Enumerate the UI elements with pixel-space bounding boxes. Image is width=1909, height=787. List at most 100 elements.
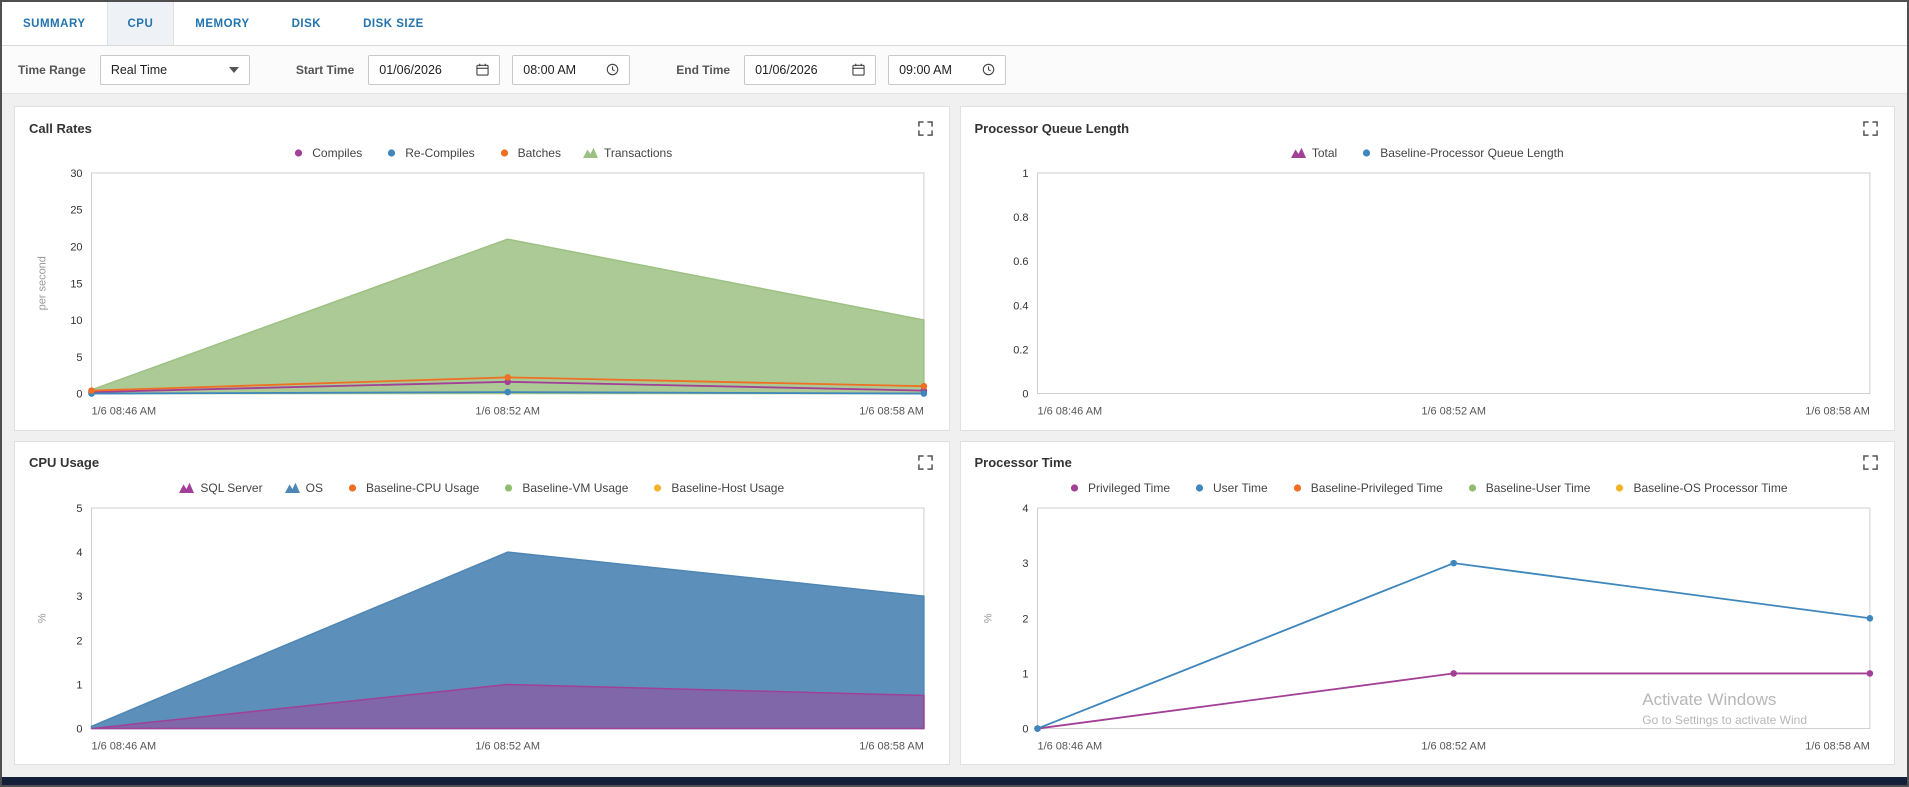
line-series-icon	[291, 147, 306, 159]
legend-label: SQL Server	[200, 481, 262, 495]
line-series-icon	[1612, 482, 1627, 494]
tab-memory[interactable]: MEMORY	[174, 2, 270, 45]
chart-grid: Call Rates Compiles Re-Compiles Batches Tra…	[2, 94, 1907, 777]
legend-label: Baseline-VM Usage	[522, 481, 628, 495]
legend-label: Baseline-Host Usage	[671, 481, 784, 495]
panel-title: Processor Queue Length	[975, 121, 1130, 136]
chart-legend: Privileged Time User Time Baseline-Privile…	[975, 474, 1881, 502]
legend-item[interactable]: Baseline-Processor Queue Length	[1359, 146, 1563, 160]
legend-item[interactable]: Baseline-VM Usage	[501, 481, 628, 495]
monitoring-dashboard: SUMMARY CPU MEMORY DISK DISK SIZE Time R…	[0, 0, 1909, 787]
call-rates-chart: 051015202530per second1/6 08:46 AM1/6 08…	[29, 167, 935, 424]
svg-text:0: 0	[76, 389, 82, 401]
area-series-icon	[285, 482, 300, 494]
expand-icon[interactable]	[916, 119, 935, 138]
svg-text:1/6 08:52 AM: 1/6 08:52 AM	[475, 406, 540, 418]
svg-text:%: %	[982, 613, 994, 623]
line-series-icon	[345, 482, 360, 494]
legend-item[interactable]: Transactions	[583, 146, 672, 160]
legend-item[interactable]: Baseline-CPU Usage	[345, 481, 479, 495]
legend-label: Re-Compiles	[405, 146, 474, 160]
legend-label: OS	[306, 481, 323, 495]
svg-text:1/6 08:58 AM: 1/6 08:58 AM	[859, 740, 924, 752]
area-series-icon	[179, 482, 194, 494]
tab-disk-size[interactable]: DISK SIZE	[342, 2, 445, 45]
svg-text:20: 20	[70, 242, 82, 254]
legend-label: Compiles	[312, 146, 362, 160]
end-time-value: 09:00 AM	[899, 63, 952, 77]
svg-text:4: 4	[76, 547, 82, 559]
tab-summary[interactable]: SUMMARY	[2, 2, 107, 45]
start-date-value: 01/06/2026	[379, 63, 442, 77]
legend-item[interactable]: SQL Server	[179, 481, 262, 495]
expand-icon[interactable]	[1861, 119, 1880, 138]
legend-item[interactable]: Compiles	[291, 146, 362, 160]
svg-text:1/6 08:58 AM: 1/6 08:58 AM	[859, 406, 924, 418]
legend-item[interactable]: Baseline-Privileged Time	[1290, 481, 1443, 495]
end-time-label: End Time	[676, 63, 730, 77]
legend-label: User Time	[1213, 481, 1268, 495]
chart-legend: SQL Server OS Baseline-CPU Usage Baseline-V…	[29, 474, 935, 502]
end-date-input[interactable]: 01/06/2026	[744, 55, 876, 85]
svg-text:0: 0	[1022, 723, 1028, 735]
time-range-label: Time Range	[18, 63, 86, 77]
processor-queue-length-chart: 00.20.40.60.811/6 08:46 AM1/6 08:52 AM1/…	[975, 167, 1881, 424]
svg-text:1/6 08:52 AM: 1/6 08:52 AM	[1421, 740, 1486, 752]
svg-text:4: 4	[1022, 502, 1028, 514]
svg-text:15: 15	[70, 278, 82, 290]
area-series-icon	[1291, 147, 1306, 159]
tab-bar: SUMMARY CPU MEMORY DISK DISK SIZE	[2, 2, 1907, 46]
svg-text:1: 1	[1022, 668, 1028, 680]
svg-text:1/6 08:46 AM: 1/6 08:46 AM	[1037, 740, 1102, 752]
legend-item[interactable]: Baseline-OS Processor Time	[1612, 481, 1787, 495]
legend-label: Transactions	[604, 146, 672, 160]
legend-label: Baseline-User Time	[1486, 481, 1591, 495]
panel-processor-time: Processor Time Privileged TimeUser TimeB…	[960, 441, 1896, 766]
clock-icon	[982, 63, 995, 76]
svg-text:3: 3	[76, 591, 82, 603]
svg-text:1/6 08:58 AM: 1/6 08:58 AM	[1805, 740, 1870, 752]
panel-title: Call Rates	[29, 121, 92, 136]
legend-item[interactable]: Baseline-User Time	[1465, 481, 1591, 495]
processor-time-chart: 01234%1/6 08:46 AM1/6 08:52 AM1/6 08:58 …	[975, 502, 1881, 759]
start-time-label: Start Time	[296, 63, 354, 77]
tab-cpu[interactable]: CPU	[107, 2, 175, 45]
legend-item[interactable]: Re-Compiles	[384, 146, 474, 160]
end-time-input[interactable]: 09:00 AM	[888, 55, 1006, 85]
legend-item[interactable]: Total	[1291, 146, 1337, 160]
start-time-input[interactable]: 08:00 AM	[512, 55, 630, 85]
svg-text:0: 0	[76, 723, 82, 735]
legend-item[interactable]: OS	[285, 481, 323, 495]
area-series-icon	[583, 147, 598, 159]
svg-text:5: 5	[76, 502, 82, 514]
svg-text:0.4: 0.4	[1013, 300, 1028, 312]
tab-disk[interactable]: DISK	[271, 2, 342, 45]
end-date-value: 01/06/2026	[755, 63, 818, 77]
cpu-usage-chart: 012345%1/6 08:46 AM1/6 08:52 AM1/6 08:58…	[29, 502, 935, 759]
time-range-select[interactable]: Real Time	[100, 55, 250, 85]
svg-text:1/6 08:52 AM: 1/6 08:52 AM	[475, 740, 540, 752]
line-series-icon	[497, 147, 512, 159]
chart-legend: Total Baseline-Processor Queue Length	[975, 139, 1881, 167]
legend-item[interactable]: Batches	[497, 146, 561, 160]
svg-text:%: %	[37, 613, 49, 623]
svg-text:5: 5	[76, 352, 82, 364]
expand-icon[interactable]	[916, 453, 935, 472]
line-series-icon	[1359, 147, 1374, 159]
start-date-input[interactable]: 01/06/2026	[368, 55, 500, 85]
svg-text:30: 30	[70, 168, 82, 180]
panel-call-rates: Call Rates Compiles Re-Compiles Batches Tra…	[14, 106, 950, 431]
legend-item[interactable]: Baseline-Host Usage	[650, 481, 784, 495]
line-series-icon	[1067, 482, 1082, 494]
svg-text:3: 3	[1022, 558, 1028, 570]
svg-text:2: 2	[76, 635, 82, 647]
panel-title: CPU Usage	[29, 455, 99, 470]
legend-item[interactable]: User Time	[1192, 481, 1268, 495]
clock-icon	[606, 63, 619, 76]
svg-text:1/6 08:46 AM: 1/6 08:46 AM	[92, 740, 157, 752]
legend-item[interactable]: Privileged Time	[1067, 481, 1170, 495]
expand-icon[interactable]	[1861, 453, 1880, 472]
svg-text:per second: per second	[37, 256, 49, 310]
legend-label: Privileged Time	[1088, 481, 1170, 495]
svg-text:0.6: 0.6	[1013, 256, 1028, 268]
